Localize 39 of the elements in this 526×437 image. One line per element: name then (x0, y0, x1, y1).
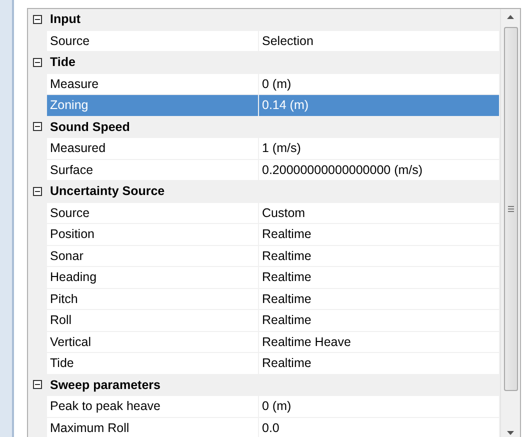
property-name[interactable]: Measure (47, 74, 259, 94)
property-name[interactable]: Source (47, 202, 259, 223)
property-value[interactable]: 0.20000000000000000 (m/s) (259, 160, 500, 180)
property-value[interactable]: 0 (m) (259, 74, 500, 94)
category-label: Sound Speed (49, 120, 130, 134)
property-value[interactable]: Realtime (259, 267, 500, 288)
property-name[interactable]: Vertical (47, 332, 259, 352)
collapse-icon[interactable] (33, 122, 42, 132)
property-name[interactable]: Heading (47, 267, 259, 288)
property-value[interactable]: Realtime (259, 246, 500, 266)
property-value[interactable]: Realtime Heave (259, 332, 500, 352)
property-value[interactable]: Realtime (259, 310, 500, 330)
property-value[interactable]: Realtime (259, 224, 500, 244)
property-name[interactable]: Tide (47, 353, 259, 374)
property-name[interactable]: Pitch (47, 288, 259, 309)
category-label: Uncertainty Source (49, 184, 165, 198)
property-value[interactable]: Selection (259, 30, 500, 51)
collapse-icon[interactable] (33, 14, 42, 24)
property-name[interactable]: Measured (47, 138, 259, 158)
collapse-icon[interactable] (33, 58, 42, 67)
property-value[interactable]: Custom (259, 202, 500, 223)
category-label: Input (49, 12, 81, 26)
property-value[interactable]: 1 (m/s) (259, 138, 500, 158)
scrollbar-thumb[interactable] (504, 27, 518, 391)
property-name[interactable]: Roll (47, 310, 259, 330)
property-name[interactable]: Sonar (47, 246, 259, 266)
collapse-icon[interactable] (33, 380, 42, 390)
property-name[interactable]: Source (47, 30, 259, 51)
property-value[interactable]: 0 (m) (259, 396, 500, 416)
property-value[interactable]: 0.0 (259, 418, 500, 437)
collapse-icon[interactable] (33, 186, 42, 196)
property-value[interactable]: Realtime (259, 288, 500, 309)
category-label: Tide (49, 55, 76, 70)
property-name[interactable]: Maximum Roll (47, 418, 259, 437)
property-name[interactable]: Surface (47, 160, 259, 180)
property-name[interactable]: Peak to peak heave (47, 396, 259, 416)
property-name[interactable]: Position (47, 224, 259, 244)
category-label: Sweep parameters (49, 378, 160, 392)
property-value[interactable]: Realtime (259, 353, 500, 374)
